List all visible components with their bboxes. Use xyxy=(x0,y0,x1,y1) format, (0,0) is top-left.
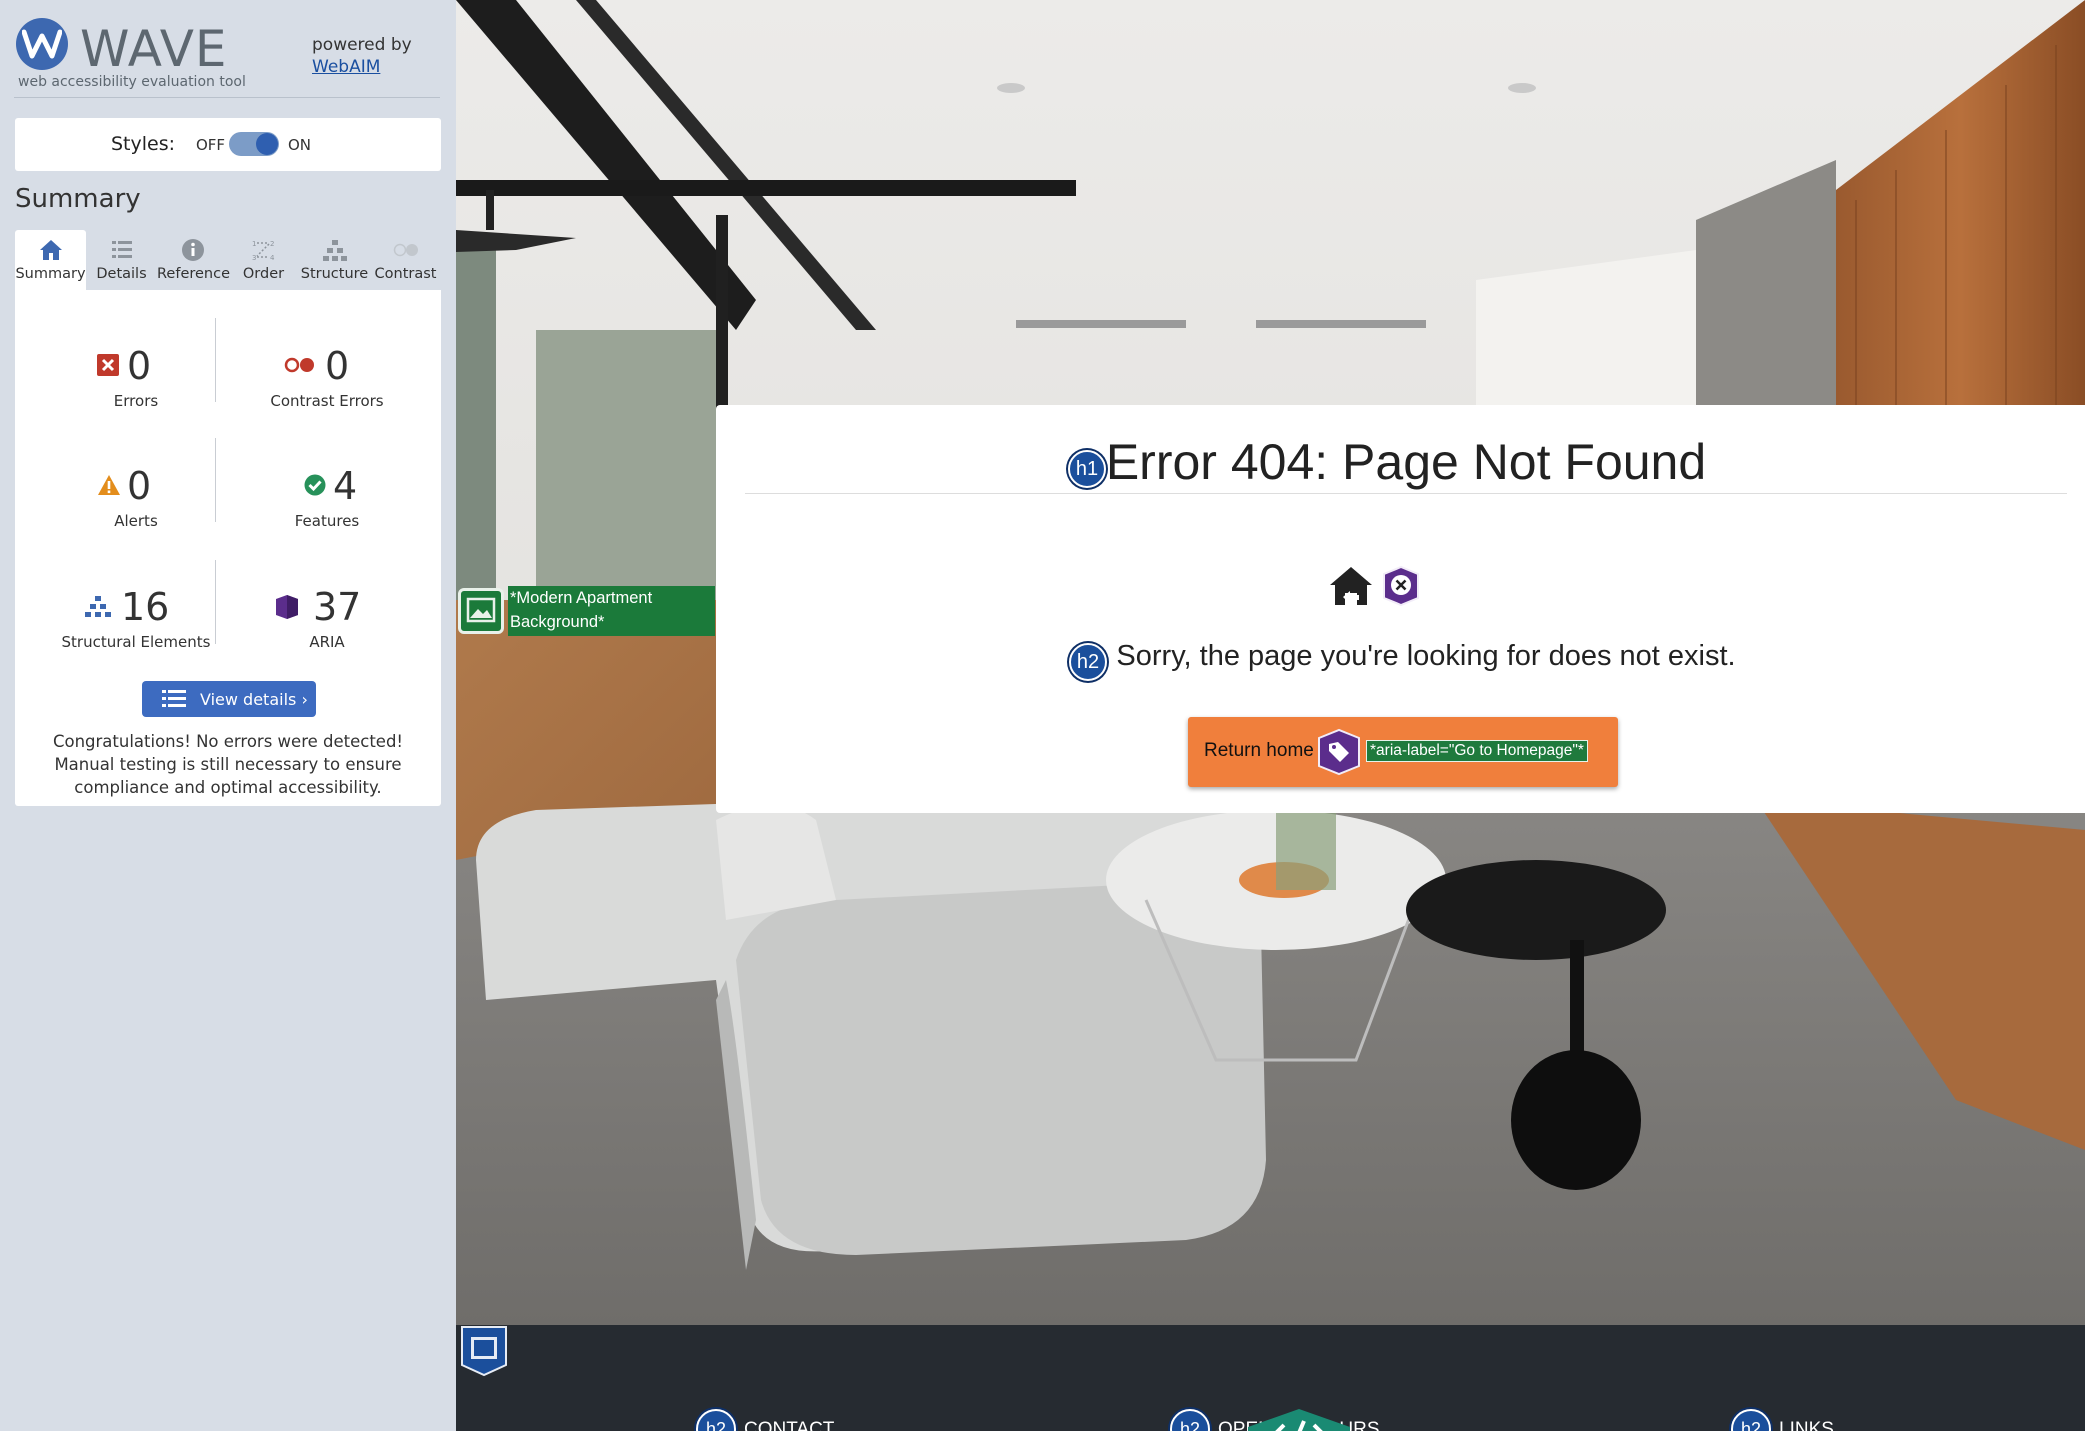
tab-label: Summary xyxy=(15,266,86,282)
toggle-knob xyxy=(256,133,278,155)
alert-icon xyxy=(98,475,120,495)
tab-label: Reference xyxy=(157,266,231,282)
wave-sidebar: WAVE web accessibility evaluation tool p… xyxy=(0,0,456,1431)
not-found-message: Sorry, the page you're looking for does … xyxy=(1116,640,1736,672)
order-icon: 1 2 3 4 xyxy=(252,240,275,262)
tab-order[interactable]: 1 2 3 4 Order xyxy=(228,230,299,290)
alerts-label: Alerts xyxy=(114,512,158,530)
view-details-label: View details › xyxy=(200,690,308,709)
wave-logo-text: WAVE xyxy=(80,20,228,78)
aria-label-note: *aria-label="Go to Homepage"* xyxy=(1366,740,1588,762)
return-home-label: Return home xyxy=(1204,740,1314,761)
divider xyxy=(215,438,216,522)
alt-text-note: *Modern Apartment Background* xyxy=(508,586,715,636)
tab-bar: Summary Details Reference 1 2 3 4 Order Str… xyxy=(15,230,441,290)
footer-heading-contact: h2 CONTACT xyxy=(696,1409,834,1431)
congratulations-message: Congratulations! No errors were detected… xyxy=(52,732,404,797)
divider xyxy=(215,318,216,402)
structural-elements-label: Structural Elements xyxy=(61,633,211,651)
svg-text:2: 2 xyxy=(270,240,274,248)
styles-label: Styles: xyxy=(111,133,176,155)
structural-elements-count: 16 xyxy=(121,585,170,629)
svg-text:3: 3 xyxy=(252,254,256,262)
h2-badge-icon[interactable]: h2 xyxy=(696,1409,736,1431)
contrast-errors-label: Contrast Errors xyxy=(270,392,384,410)
contrast-icon xyxy=(393,243,418,257)
home-icon xyxy=(39,240,62,260)
styles-toggle-box: Styles: OFF ON xyxy=(15,118,441,171)
footer-landmark-icon[interactable] xyxy=(458,1325,510,1377)
divider xyxy=(215,560,216,644)
features-label: Features xyxy=(294,512,360,530)
list-icon xyxy=(162,690,186,707)
footer-heading-links: h2 LINKS xyxy=(1731,1409,1834,1431)
tab-summary[interactable]: Summary xyxy=(15,230,86,290)
h2-badge-icon[interactable]: h2 xyxy=(1170,1409,1210,1431)
aria-label: ARIA xyxy=(309,633,345,651)
aria-label-tag-icon[interactable] xyxy=(1316,728,1362,776)
wave-logo-icon xyxy=(16,18,68,70)
errors-label: Errors xyxy=(113,392,159,410)
footer-heading-label: CONTACT xyxy=(744,1419,835,1431)
error-card: h1 Error 404: Page Not Found h2 Sorry, t… xyxy=(716,405,2085,813)
h2-badge-icon[interactable]: h2 xyxy=(1731,1409,1771,1431)
styles-off-label: OFF xyxy=(196,136,226,154)
styles-toggle[interactable] xyxy=(229,132,279,156)
aria-count: 37 xyxy=(313,585,362,629)
tab-label: Structure xyxy=(300,266,369,282)
wave-tagline: web accessibility evaluation tool xyxy=(18,74,246,90)
code-icon[interactable] xyxy=(1246,1407,1352,1431)
page-title: Error 404: Page Not Found xyxy=(1105,434,1707,490)
tab-contrast[interactable]: Contrast xyxy=(370,230,441,290)
svg-text:4: 4 xyxy=(270,254,275,262)
wave-header: WAVE web accessibility evaluation tool p… xyxy=(14,14,440,98)
feature-icon xyxy=(304,474,326,496)
structure-icon xyxy=(85,596,111,617)
powered-by-label: powered by xyxy=(312,35,412,55)
tab-label: Details xyxy=(96,266,147,282)
aria-icon xyxy=(276,595,298,619)
footer-heading-opening-hours: h2 OPENING HOURS xyxy=(1170,1409,1380,1431)
contrast-error-icon xyxy=(284,357,314,373)
summary-panel: Summary Details Reference 1 2 3 4 Order Str… xyxy=(15,230,441,806)
footer-heading-label: LINKS xyxy=(1779,1419,1834,1431)
svg-text:1: 1 xyxy=(252,240,256,248)
error-icon xyxy=(97,354,119,376)
tab-label: Contrast xyxy=(374,266,437,282)
summary-title: Summary xyxy=(15,184,141,214)
alerts-count: 0 xyxy=(127,464,152,508)
webaim-link[interactable]: WebAIM xyxy=(312,57,380,77)
aria-hidden-icon[interactable] xyxy=(1380,565,1422,607)
tab-structure[interactable]: Structure xyxy=(299,230,370,290)
tab-reference[interactable]: Reference xyxy=(157,230,231,290)
alt-text-image-icon[interactable] xyxy=(458,588,504,634)
features-count: 4 xyxy=(333,464,358,508)
info-icon xyxy=(181,239,204,261)
home-icon xyxy=(1330,567,1372,605)
errors-count: 0 xyxy=(127,344,152,388)
powered-by: powered by WebAIM xyxy=(312,34,412,78)
contrast-errors-count: 0 xyxy=(325,344,350,388)
tab-label: Order xyxy=(242,266,285,282)
page-preview: *Modern Apartment Background* h1 Error 4… xyxy=(456,0,2085,1431)
return-home-button[interactable]: Return home *aria-label="Go to Homepage"… xyxy=(1188,717,1618,787)
tab-details[interactable]: Details xyxy=(86,230,157,290)
structure-icon xyxy=(322,240,347,261)
title-divider xyxy=(745,493,2067,494)
view-details-button[interactable]: View details › xyxy=(142,681,316,717)
list-icon xyxy=(111,241,132,258)
styles-on-label: ON xyxy=(288,136,312,154)
site-footer: h2 CONTACT h2 OPENING HOURS h2 LINKS xyxy=(456,1325,2085,1431)
